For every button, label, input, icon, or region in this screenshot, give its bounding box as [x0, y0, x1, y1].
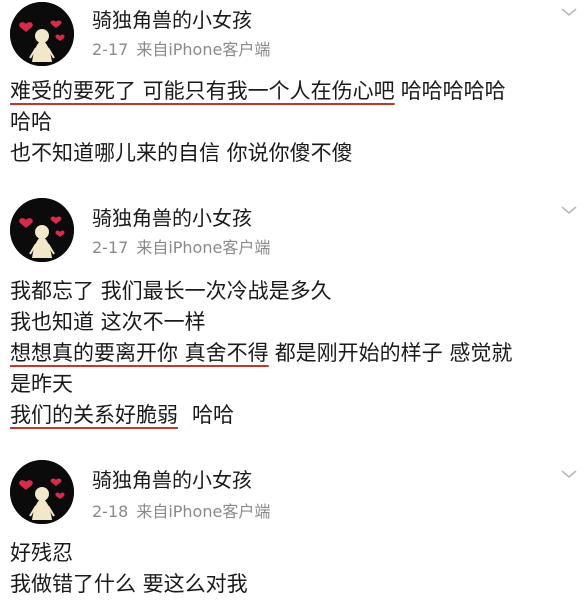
plain-text: 我也知道 这次不一样: [10, 310, 206, 334]
post-date: 2-17: [92, 238, 129, 257]
post-date: 2-17: [92, 40, 129, 59]
girl-with-hearts-avatar-icon: [10, 460, 74, 524]
user-avatar[interactable]: [10, 2, 74, 66]
user-avatar[interactable]: [10, 460, 74, 524]
text-line: 哈哈: [10, 107, 578, 138]
text-line: 我们的关系好脆弱 哈哈: [10, 400, 578, 431]
text-line: 我都忘了 我们最长一次冷战是多久: [10, 276, 578, 307]
post-body: 好残忍 我做错了什么 要这么对我: [10, 538, 578, 600]
girl-with-hearts-avatar-icon: [10, 198, 74, 262]
post-meta: 2-18 来自iPhone客户端: [92, 498, 270, 522]
username[interactable]: 骑独角兽的小女孩: [92, 202, 252, 231]
underlined-text: 难受的要死了 可能只有我一个人在伤心吧: [10, 79, 395, 103]
post-meta: 2-17 来自iPhone客户端: [92, 234, 270, 258]
plain-text: 我都忘了 我们最长一次冷战是多久: [10, 279, 332, 303]
plain-text: 也不知道哪儿来的自信 你说你傻不傻: [10, 141, 353, 165]
chevron-down-icon[interactable]: [560, 204, 578, 216]
chevron-down-icon[interactable]: [560, 468, 578, 480]
username[interactable]: 骑独角兽的小女孩: [92, 4, 252, 33]
plain-text: 好残忍: [10, 541, 73, 565]
plain-text: 是昨天: [10, 372, 73, 396]
plain-text: 哈哈: [192, 403, 234, 427]
text-line: 是昨天: [10, 369, 578, 400]
plain-text: 都是刚开始的样子 感觉就: [274, 341, 513, 365]
post-body: 难受的要死了 可能只有我一个人在伤心吧 哈哈哈哈哈 哈哈 也不知道哪儿来的自信 你…: [10, 76, 578, 169]
post-source: 来自iPhone客户端: [136, 40, 271, 59]
text-line: 好残忍: [10, 538, 578, 569]
chevron-down-icon[interactable]: [560, 6, 578, 18]
underlined-text: 想想真的要离开你 真舍不得: [10, 341, 269, 365]
plain-text: 哈哈哈哈哈: [400, 79, 506, 103]
text-line: 我做错了什么 要这么对我: [10, 569, 578, 600]
username[interactable]: 骑独角兽的小女孩: [92, 464, 252, 493]
text-line: 我也知道 这次不一样: [10, 307, 578, 338]
text-line: 想想真的要离开你 真舍不得 都是刚开始的样子 感觉就: [10, 338, 578, 369]
plain-text: 哈哈: [10, 110, 52, 134]
underlined-text: 我们的关系好脆弱: [10, 403, 178, 427]
user-avatar[interactable]: [10, 198, 74, 262]
girl-with-hearts-avatar-icon: [10, 2, 74, 66]
text-line: 难受的要死了 可能只有我一个人在伤心吧 哈哈哈哈哈: [10, 76, 578, 107]
post-body: 我都忘了 我们最长一次冷战是多久 我也知道 这次不一样 想想真的要离开你 真舍不…: [10, 276, 578, 431]
plain-text: 我做错了什么 要这么对我: [10, 572, 248, 596]
text-line: 也不知道哪儿来的自信 你说你傻不傻: [10, 138, 578, 169]
post-source: 来自iPhone客户端: [136, 238, 271, 257]
post-date: 2-18: [92, 502, 129, 521]
post-source: 来自iPhone客户端: [136, 502, 271, 521]
post-meta: 2-17 来自iPhone客户端: [92, 36, 270, 60]
